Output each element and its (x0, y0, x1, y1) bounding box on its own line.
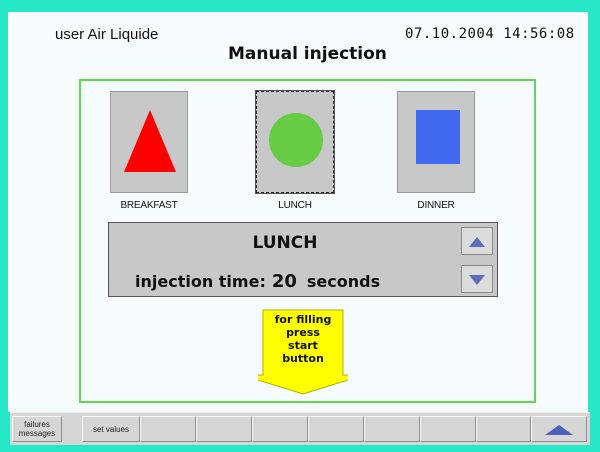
breakfast-label: BREAKFAST (120, 200, 178, 211)
increase-button[interactable] (461, 227, 493, 255)
function-key-empty[interactable] (476, 416, 531, 442)
scroll-up-button[interactable] (531, 416, 587, 442)
page-title: Manual injection (228, 44, 387, 64)
start-hint-line: press (286, 326, 320, 339)
start-hint-line: for filling (274, 313, 332, 326)
injection-time-value: 20 (271, 271, 297, 292)
dinner-label: DINNER (417, 200, 455, 211)
failures-label: failures (24, 420, 50, 429)
messages-label: messages (18, 429, 56, 438)
injection-time-row: injection time: 20 seconds (135, 271, 380, 292)
function-key-empty[interactable] (364, 416, 420, 442)
start-hint-arrow: for filling press start button (258, 309, 348, 395)
start-hint-text: for filling press start button (258, 313, 348, 365)
arrow-up-icon (469, 237, 485, 247)
injection-time-label: injection time: (135, 272, 266, 291)
start-hint-line: button (282, 352, 324, 365)
square-icon (416, 110, 460, 164)
datetime-label: 07.10.2004 14:56:08 (405, 26, 575, 42)
arrow-down-icon (469, 275, 485, 285)
user-label: user Air Liquide (55, 26, 159, 43)
start-hint-line: start (288, 339, 318, 352)
failures-messages-button[interactable]: failures messages (12, 416, 62, 442)
circle-icon (269, 113, 323, 167)
set-values-button[interactable]: set values (82, 416, 140, 442)
set-values-label: set values (92, 424, 130, 434)
function-key-empty[interactable] (308, 416, 364, 442)
dinner-button[interactable] (397, 91, 475, 193)
lunch-label: LUNCH (278, 200, 312, 211)
injection-info-box: LUNCH injection time: 20 seconds (108, 222, 498, 297)
decrease-button[interactable] (461, 265, 493, 293)
function-key-empty[interactable] (140, 416, 196, 442)
function-key-bar: failures messages set values (10, 412, 590, 445)
breakfast-button[interactable] (110, 91, 188, 193)
injection-time-unit: seconds (306, 272, 381, 291)
function-key-empty[interactable] (196, 416, 252, 442)
function-key-empty[interactable] (252, 416, 308, 442)
triangle-icon (124, 110, 176, 172)
arrow-up-icon (545, 425, 573, 435)
lunch-button[interactable] (255, 90, 335, 194)
function-key-empty[interactable] (420, 416, 476, 442)
selected-meal-title: LUNCH (252, 233, 318, 253)
